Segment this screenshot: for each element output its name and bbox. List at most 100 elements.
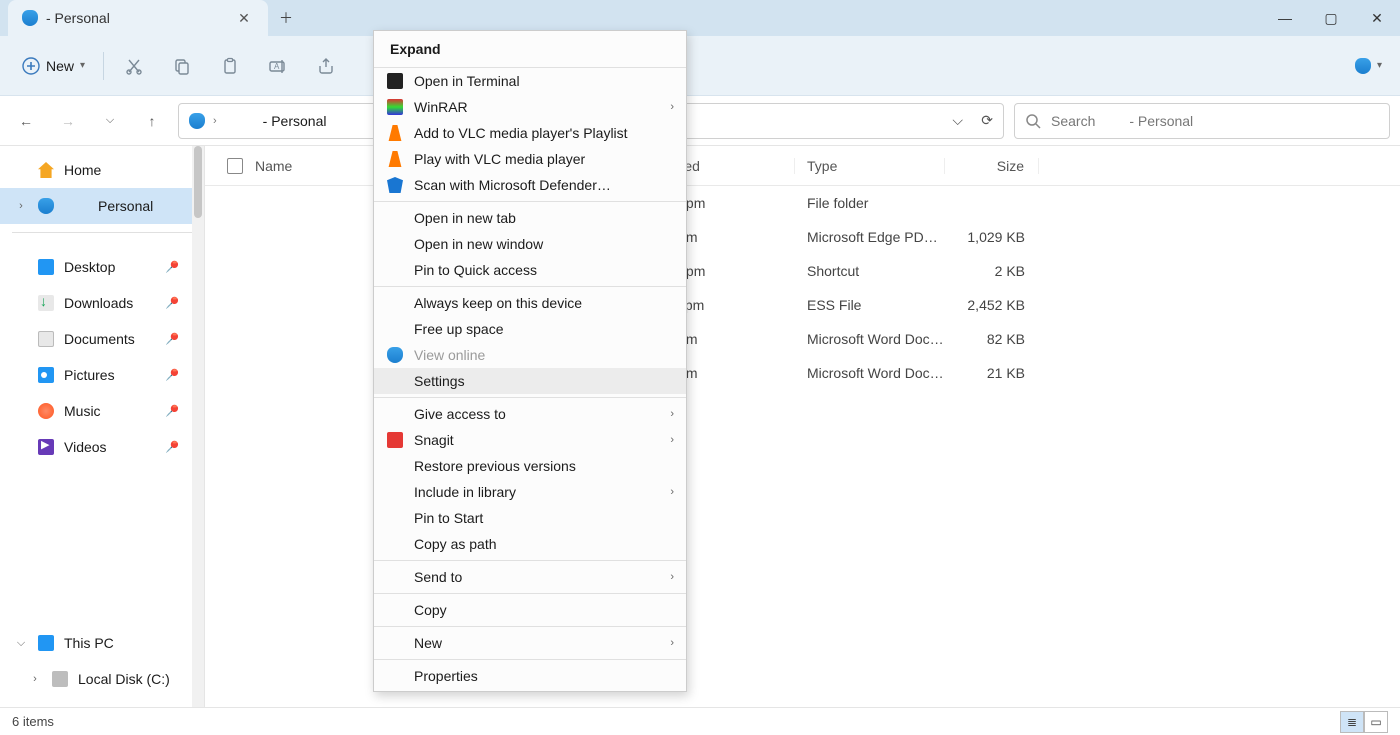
- context-menu-item[interactable]: Copy as path: [374, 531, 686, 557]
- back-button[interactable]: ←: [10, 105, 42, 137]
- view-mode-toggles: ≣ ▭: [1340, 711, 1388, 733]
- sidebar-item-localdisk[interactable]: › Local Disk (C:): [0, 661, 204, 697]
- pc-icon: [38, 635, 54, 651]
- address-path: - Personal: [263, 113, 327, 129]
- expand-icon[interactable]: ⌵: [14, 637, 28, 650]
- copy-button[interactable]: [160, 44, 204, 88]
- history-dropdown[interactable]: ⌵: [94, 105, 126, 137]
- expand-icon[interactable]: ›: [14, 200, 28, 212]
- disk-icon: [52, 671, 68, 687]
- desktop-icon: [38, 259, 54, 275]
- thumbnails-view-button[interactable]: ▭: [1364, 711, 1388, 733]
- context-menu-item[interactable]: Always keep on this device: [374, 290, 686, 316]
- window-close-button[interactable]: ✕: [1354, 0, 1400, 36]
- sidebar-divider: [12, 232, 192, 233]
- submenu-chevron-icon: ›: [670, 486, 674, 498]
- sidebar-item-music[interactable]: Music📍: [0, 393, 204, 429]
- sidebar-scrollbar[interactable]: [192, 146, 204, 707]
- plus-circle-icon: [22, 57, 40, 75]
- select-all-checkbox[interactable]: [227, 158, 243, 174]
- column-label: Name: [255, 158, 292, 174]
- maximize-button[interactable]: ▢: [1308, 0, 1354, 36]
- context-menu-label: View online: [414, 347, 485, 363]
- sidebar-item-desktop[interactable]: Desktop 📍: [0, 249, 204, 285]
- sidebar-item-documents[interactable]: Documents📍: [0, 321, 204, 357]
- context-menu-label: Properties: [414, 668, 478, 684]
- context-menu-item[interactable]: WinRAR›: [374, 94, 686, 120]
- onedrive-status[interactable]: ▾: [1355, 58, 1382, 74]
- pin-icon: 📍: [159, 363, 183, 387]
- context-menu-header[interactable]: Expand: [374, 31, 686, 68]
- context-menu-item[interactable]: Open in new window: [374, 231, 686, 257]
- share-button[interactable]: [304, 44, 348, 88]
- context-menu-item[interactable]: Copy: [374, 597, 686, 623]
- context-menu-item[interactable]: Pin to Quick access: [374, 257, 686, 283]
- context-menu-item[interactable]: Send to›: [374, 564, 686, 590]
- sidebar-item-home[interactable]: Home: [0, 152, 204, 188]
- sidebar-item-personal[interactable]: › Personal: [0, 188, 204, 224]
- refresh-button[interactable]: ⟳: [981, 112, 993, 129]
- cell-type: Shortcut: [795, 263, 945, 279]
- docs-icon: [38, 331, 54, 347]
- home-icon: [38, 162, 54, 178]
- new-button[interactable]: New ▾: [12, 51, 95, 81]
- context-menu-label: Always keep on this device: [414, 295, 582, 311]
- context-menu-item[interactable]: Include in library›: [374, 479, 686, 505]
- search-box[interactable]: Search - Personal: [1014, 103, 1390, 139]
- forward-button[interactable]: →: [52, 105, 84, 137]
- address-dropdown-icon[interactable]: ⌵: [952, 112, 963, 129]
- context-menu-item[interactable]: Free up space: [374, 316, 686, 342]
- rename-button[interactable]: A: [256, 44, 300, 88]
- cell-size: 2,452 KB: [945, 297, 1039, 313]
- sidebar-item-thispc[interactable]: ⌵ This PC: [0, 625, 204, 661]
- up-button[interactable]: ↑: [136, 105, 168, 137]
- sidebar-item-pictures[interactable]: Pictures📍: [0, 357, 204, 393]
- snagit-icon: [386, 431, 404, 449]
- cloud-icon: [386, 346, 404, 364]
- column-header-type[interactable]: Type: [795, 158, 945, 174]
- context-menu-item[interactable]: Pin to Start: [374, 505, 686, 531]
- sidebar-item-label: Local Disk (C:): [78, 671, 170, 687]
- column-header-size[interactable]: Size: [945, 158, 1039, 174]
- details-view-button[interactable]: ≣: [1340, 711, 1364, 733]
- navigation-sidebar: Home › Personal Desktop📍Downloads📍Docume…: [0, 146, 205, 707]
- context-menu-item[interactable]: Snagit›: [374, 427, 686, 453]
- expand-icon[interactable]: ›: [28, 673, 42, 685]
- pin-icon: 📍: [159, 255, 183, 279]
- submenu-chevron-icon: ›: [670, 434, 674, 446]
- new-button-label: New: [46, 58, 74, 74]
- cell-size: 21 KB: [945, 365, 1039, 381]
- context-menu-item[interactable]: Give access to›: [374, 401, 686, 427]
- context-menu-item[interactable]: Properties: [374, 663, 686, 689]
- context-menu-separator: [374, 626, 686, 627]
- context-menu-label: Settings: [414, 373, 465, 389]
- context-menu-item[interactable]: Open in new tab: [374, 205, 686, 231]
- sidebar-item-downloads[interactable]: Downloads📍: [0, 285, 204, 321]
- shield-icon: [386, 176, 404, 194]
- browser-tab[interactable]: - Personal ✕: [8, 0, 268, 36]
- context-menu-item[interactable]: Restore previous versions: [374, 453, 686, 479]
- context-menu-item: View online: [374, 342, 686, 368]
- submenu-chevron-icon: ›: [670, 408, 674, 420]
- search-icon: [1025, 113, 1041, 129]
- minimize-button[interactable]: —: [1262, 0, 1308, 36]
- new-tab-button[interactable]: ＋: [268, 0, 304, 36]
- context-menu-item[interactable]: Settings: [374, 368, 686, 394]
- tab-close-icon[interactable]: ✕: [234, 10, 254, 27]
- sidebar-item-videos[interactable]: Videos📍: [0, 429, 204, 465]
- submenu-chevron-icon: ›: [670, 101, 674, 113]
- pin-icon: 📍: [159, 291, 183, 315]
- context-menu-label: Pin to Start: [414, 510, 483, 526]
- main-area: Home › Personal Desktop📍Downloads📍Docume…: [0, 146, 1400, 707]
- paste-button[interactable]: [208, 44, 252, 88]
- search-placeholder: Search: [1051, 113, 1095, 129]
- context-menu-item[interactable]: Add to VLC media player's Playlist: [374, 120, 686, 146]
- sidebar-item-label: Desktop: [64, 259, 115, 275]
- cell-type: ESS File: [795, 297, 945, 313]
- context-menu-item[interactable]: Scan with Microsoft Defender…: [374, 172, 686, 198]
- context-menu-item[interactable]: New›: [374, 630, 686, 656]
- context-menu-label: Open in Terminal: [414, 73, 520, 89]
- context-menu-item[interactable]: Open in Terminal: [374, 68, 686, 94]
- context-menu-item[interactable]: Play with VLC media player: [374, 146, 686, 172]
- cut-button[interactable]: [112, 44, 156, 88]
